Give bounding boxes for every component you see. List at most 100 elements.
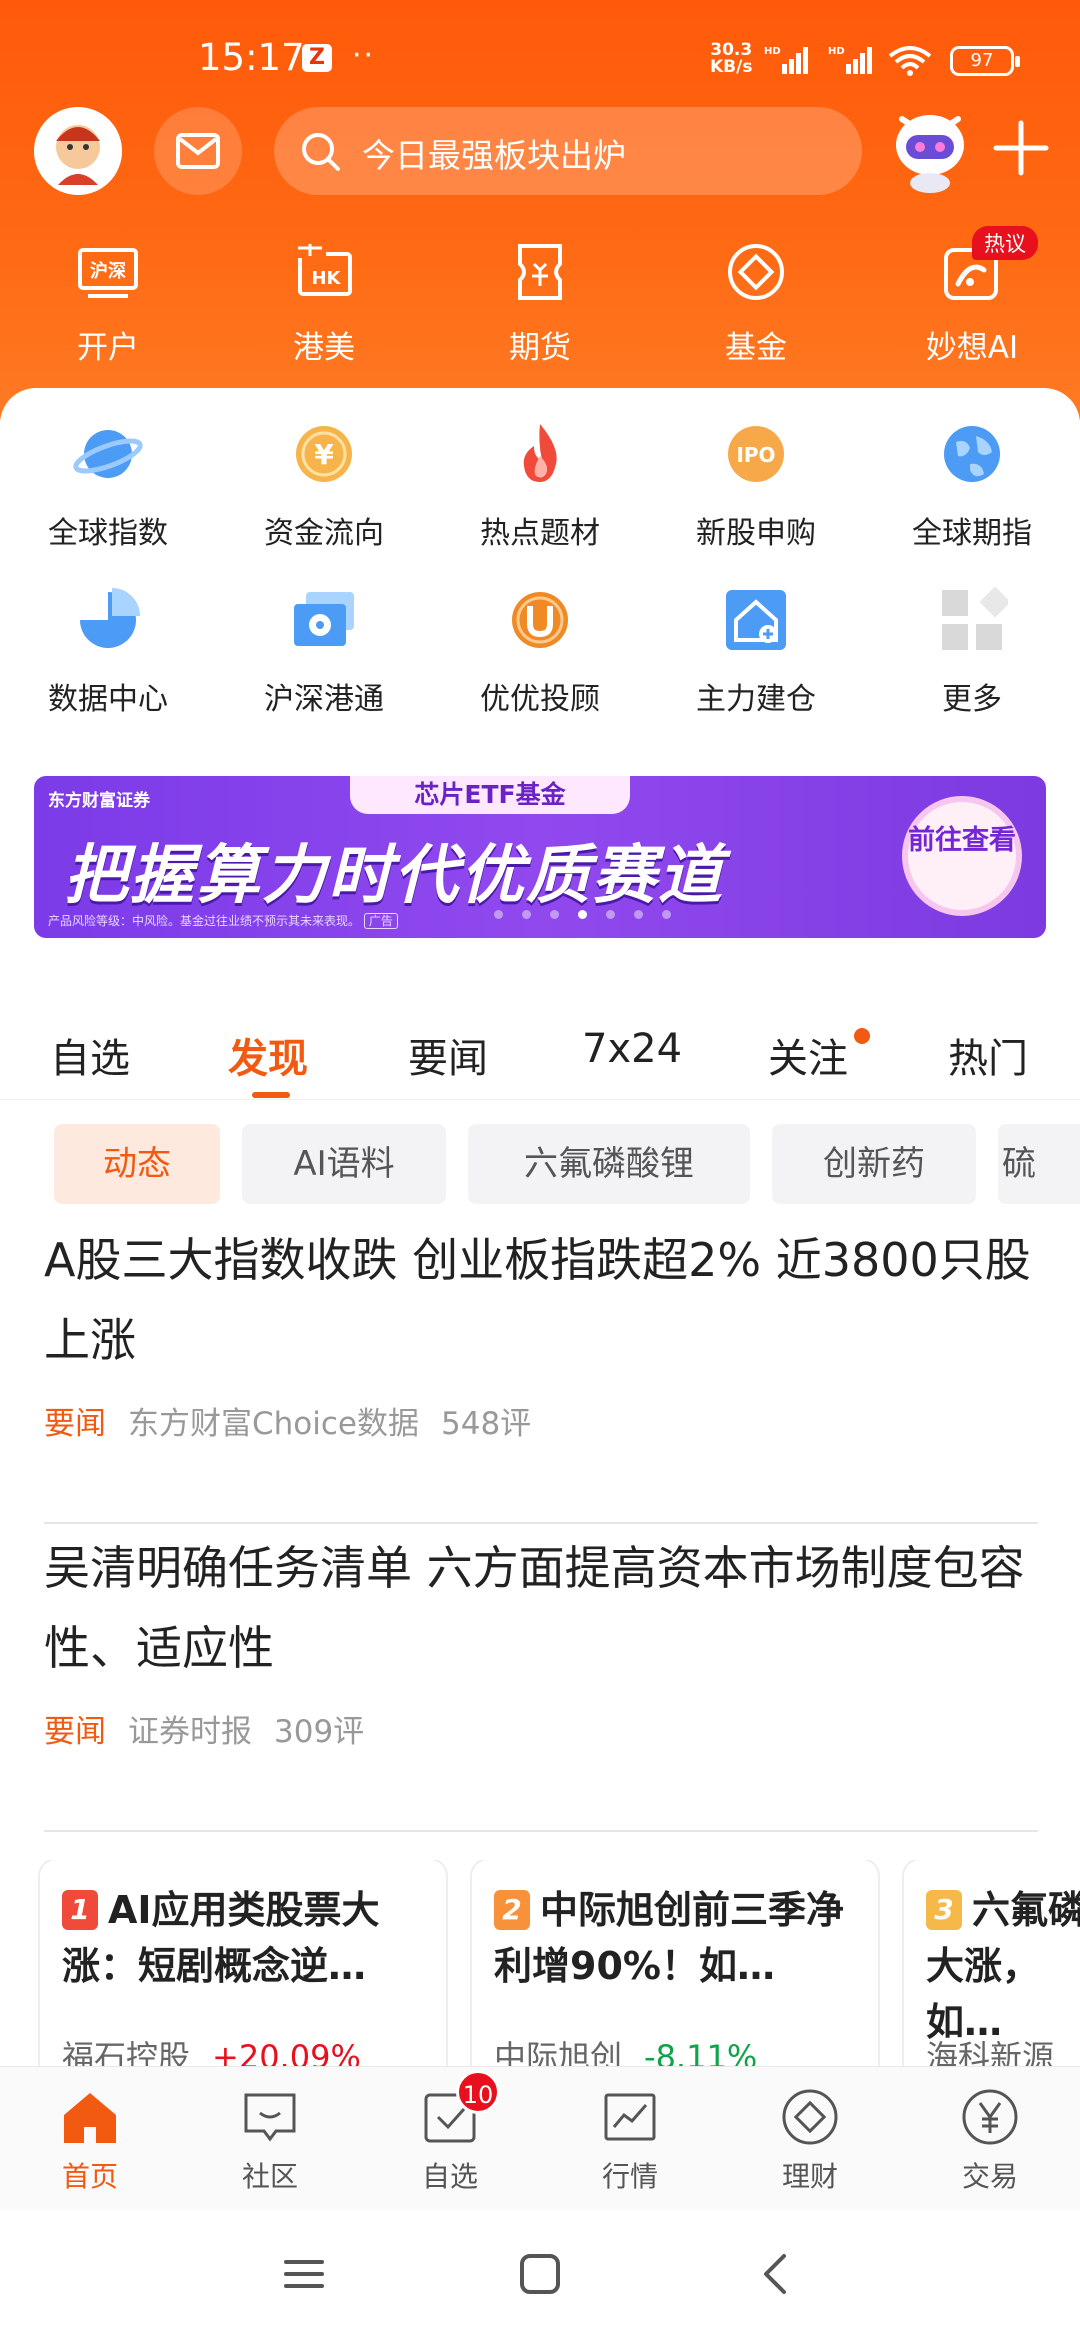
nav-wealth[interactable]: 理财 [720, 2067, 900, 2211]
bottom-navigation: 首页 社区 自选 行情 理财 交易 [0, 2066, 1080, 2210]
fund-icon [728, 244, 784, 300]
watchlist-count-badge: 10 [456, 2070, 500, 2114]
more-grid-icon [942, 586, 1008, 650]
planet-icon [73, 430, 143, 478]
menu-icon[interactable] [280, 2250, 328, 2298]
banner-tagline: 芯片ETF基金 [350, 776, 630, 814]
quick-entry-fund[interactable]: 基金 [648, 240, 864, 380]
tab-headlines[interactable]: 要闻 [408, 1026, 488, 1084]
main-panel: 全球指数 ¥ 资金流向 热点题材 IPO 新股申购 全球期指 数据中心 沪深港通… [0, 388, 1080, 2090]
hot-news-card[interactable]: 2 中际旭创前三季净利增90%！如… 中际旭创 -8.11% [472, 1860, 878, 2090]
news-category: 要闻 [44, 1406, 106, 1442]
hot-news-card[interactable]: 1 AI应用类股票大涨：短剧概念逆… 福石控股 +20.09% [40, 1860, 446, 2090]
banner-cta-button[interactable]: 前往查看 [902, 796, 1022, 916]
news-comment-count: 309评 [274, 1714, 365, 1750]
grid-item-ipo[interactable]: IPO 新股申购 [648, 418, 864, 558]
avatar[interactable] [34, 107, 122, 195]
ai-robot-mascot-icon[interactable] [880, 97, 980, 197]
hot-news-card[interactable]: 3 六氟磷大涨，如… 海科新源 [904, 1860, 1080, 2090]
pie-chart-icon [80, 588, 140, 648]
grid-item-fund-flow[interactable]: ¥ 资金流向 [216, 418, 432, 558]
banner-dot [606, 910, 615, 919]
advisor-icon [512, 592, 568, 648]
banner-risk-note: 产品风险等级：中风险。基金过往业绩不预示其未来表现。 广告 [48, 912, 398, 929]
news-item[interactable]: A股三大指数收跌 创业板指跌超2% 近3800只股上涨 要闻 东方财富Choice… [44, 1220, 1038, 1443]
grid-item-advisor[interactable]: 优优投顾 [432, 584, 648, 724]
chip-dynamics[interactable]: 动态 [54, 1124, 220, 1204]
messages-button[interactable] [154, 107, 242, 195]
network-speed: 30.3 KB/s [710, 40, 753, 77]
grid-item-hot-topics[interactable]: 热点题材 [432, 418, 648, 558]
quick-entries: 沪深 开户 HK 港美 期货 基金 妙想AI [0, 240, 1080, 380]
more-notifications-indicator: ·· [352, 38, 376, 73]
grid-item-main-position[interactable]: 主力建仓 [648, 584, 864, 724]
tab-watchlist[interactable]: 自选 [50, 1026, 130, 1084]
tab-discover[interactable]: 发现 [228, 1026, 308, 1084]
news-comment-count: 548评 [441, 1406, 532, 1442]
nav-home[interactable]: 首页 [0, 2067, 180, 2211]
nav-trade[interactable]: 交易 [900, 2067, 1080, 2211]
hot-news-title: 六氟磷大涨，如… [926, 1888, 1080, 2044]
search-placeholder: 今日最强板块出炉 [362, 136, 626, 175]
search-bar[interactable]: 今日最强板块出炉 [274, 107, 862, 195]
hot-tag-badge: 热议 [972, 226, 1038, 260]
chip-ai-corpus[interactable]: AI语料 [242, 1124, 446, 1204]
chip-sulfur[interactable]: 硫 [998, 1124, 1080, 1204]
system-navigation-bar [0, 2210, 1080, 2340]
chip-innovative-drugs[interactable]: 创新药 [772, 1124, 976, 1204]
app-notification-icon: Z [302, 44, 332, 72]
wifi-icon [888, 46, 932, 76]
news-title[interactable]: A股三大指数收跌 创业板指跌超2% 近3800只股上涨 [44, 1220, 1038, 1380]
news-meta: 要闻 东方财富Choice数据 548评 [44, 1398, 1038, 1443]
add-icon[interactable] [990, 117, 1052, 179]
quick-entry-futures[interactable]: 期货 [432, 240, 648, 380]
hk-flower-icon [294, 592, 354, 646]
quick-entry-hk-us[interactable]: HK 港美 [216, 240, 432, 380]
hot-news-carousel: 1 AI应用类股票大涨：短剧概念逆… 福石控股 +20.09% 2 中际旭创前三季… [0, 1860, 1080, 2090]
tab-following[interactable]: 关注 [768, 1026, 848, 1084]
svg-text:HD: HD [828, 46, 845, 57]
tab-following-dot [854, 1028, 870, 1044]
grid-item-global-futures[interactable]: 全球期指 [864, 418, 1080, 558]
banner-dot [634, 910, 643, 919]
banner-headline: 把握算力时代优质赛道 [64, 839, 724, 913]
svg-text:沪深: 沪深 [90, 260, 126, 282]
quick-entry-open-account[interactable]: 沪深 开户 [0, 240, 216, 380]
grid-item-stock-connect[interactable]: 沪深港通 [216, 584, 432, 724]
news-item[interactable]: 吴清明确任务清单 六方面提高资本市场制度包容性、适应性 要闻 证券时报 309评 [44, 1528, 1038, 1751]
nav-watchlist[interactable]: 自选 [360, 2067, 540, 2211]
home-square-icon[interactable] [516, 2250, 564, 2298]
hot-news-title: 中际旭创前三季净利增90%！如… [494, 1888, 845, 1988]
svg-text:HK: HK [311, 268, 341, 289]
banner-dot [662, 910, 671, 919]
promo-banner[interactable]: 东方财富证券 芯片ETF基金 把握算力时代优质赛道 产品风险等级：中风险。基金过… [34, 776, 1046, 938]
diamond-icon [782, 2089, 838, 2145]
news-title[interactable]: 吴清明确任务清单 六方面提高资本市场制度包容性、适应性 [44, 1528, 1038, 1688]
nav-community[interactable]: 社区 [180, 2067, 360, 2211]
chip-lipf6[interactable]: 六氟磷酸锂 [468, 1124, 750, 1204]
tab-7x24[interactable]: 7x24 [582, 1026, 682, 1072]
topic-chips: 动态 AI语料 六氟磷酸锂 创新药 硫 [0, 1124, 1080, 1208]
banner-dot [494, 910, 503, 919]
market-chart-icon [604, 2093, 656, 2141]
grid-item-more[interactable]: 更多 [864, 584, 1080, 724]
hk-icon: HK [296, 244, 352, 296]
tab-hot[interactable]: 热门 [948, 1026, 1028, 1084]
quick-entry-ai[interactable]: 妙想AI [864, 240, 1080, 380]
futures-icon [518, 244, 562, 300]
grid-item-global-index[interactable]: 全球指数 [0, 418, 216, 558]
banner-dot [578, 910, 587, 919]
back-icon[interactable] [752, 2250, 800, 2298]
nav-market[interactable]: 行情 [540, 2067, 720, 2211]
app-header: 今日最强板块出炉 [0, 105, 1080, 205]
ipo-icon: IPO [728, 426, 784, 482]
search-icon [302, 133, 340, 171]
top-header-area: 15:17 Z ·· 30.3 KB/s HD HD 97 今日最强板块出炉 沪… [0, 0, 1080, 420]
hot-news-title: AI应用类股票大涨：短剧概念逆… [62, 1888, 380, 1988]
svg-text:¥: ¥ [314, 438, 334, 471]
grid-item-data-center[interactable]: 数据中心 [0, 584, 216, 724]
banner-brand-logo: 东方财富证券 [48, 791, 150, 811]
news-source: 证券时报 [128, 1714, 252, 1750]
signal-icon-2: HD [828, 46, 872, 74]
divider [44, 1522, 1038, 1524]
